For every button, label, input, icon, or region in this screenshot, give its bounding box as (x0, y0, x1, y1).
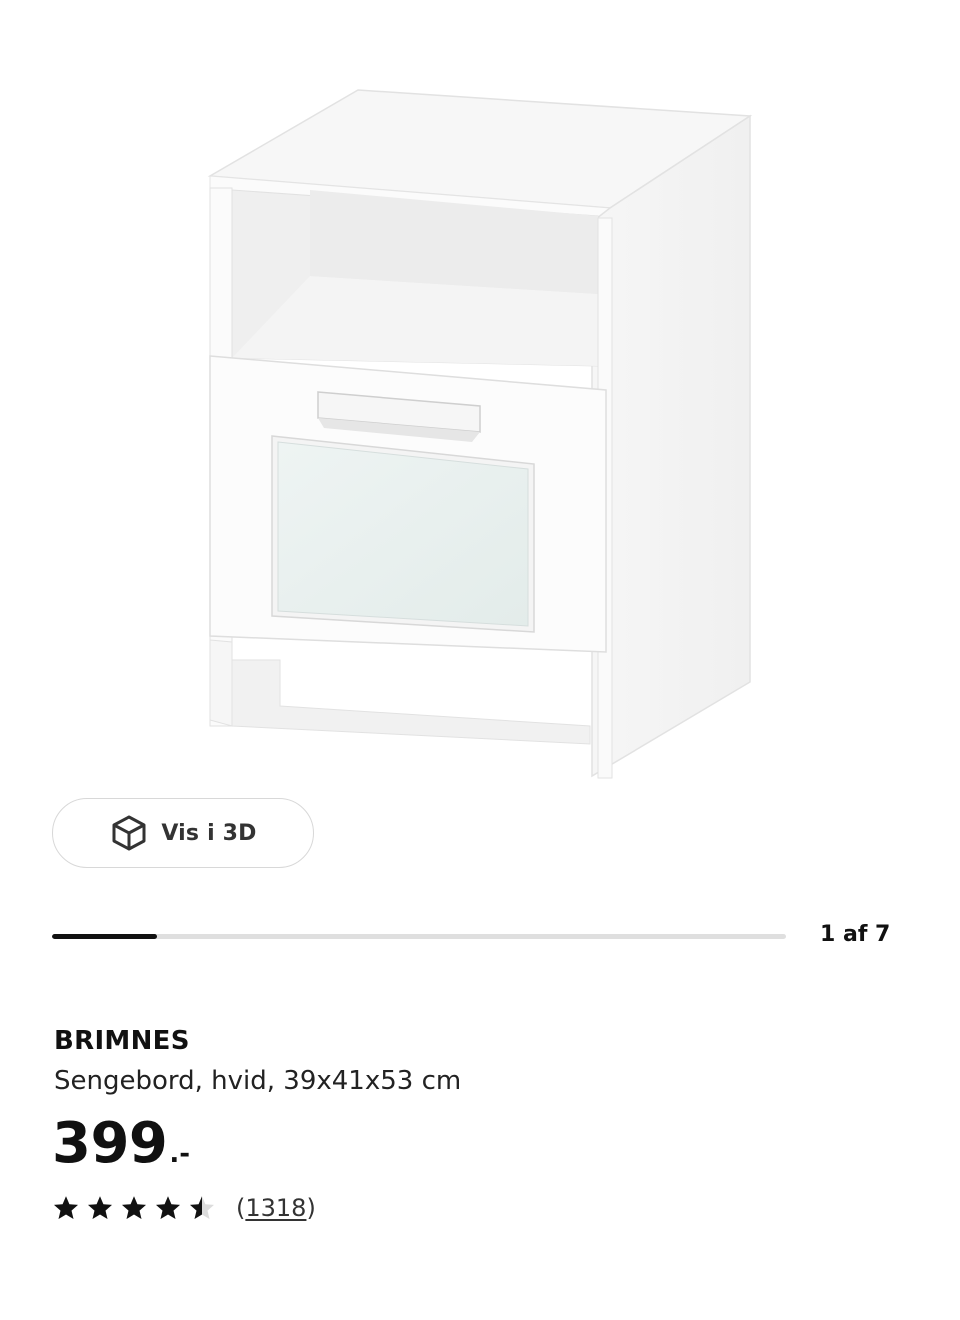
star-icon (88, 1196, 112, 1219)
nightstand-illustration (207, 89, 753, 779)
rating-stars (52, 1194, 216, 1222)
review-count: 1318 (245, 1194, 307, 1222)
product-name[interactable]: BRIMNES (54, 1026, 190, 1056)
star-icon (54, 1196, 78, 1219)
price-suffix: .- (169, 1139, 191, 1169)
gallery-progress-fill (52, 934, 157, 939)
gallery-counter: 1 af 7 (820, 922, 891, 947)
star-icon (122, 1196, 146, 1219)
star-icon (156, 1196, 180, 1219)
product-price: 399 .- (52, 1108, 190, 1180)
product-image[interactable] (190, 80, 770, 790)
star-icon (190, 1196, 214, 1219)
view-in-3d-button[interactable]: Vis i 3D (52, 798, 314, 868)
view-in-3d-label: Vis i 3D (161, 820, 257, 846)
gallery-progress-bar (52, 934, 786, 939)
product-description: Sengebord, hvid, 39x41x53 cm (54, 1066, 462, 1096)
review-count-link[interactable]: (1318) (236, 1194, 316, 1222)
price-integer: 399 (52, 1111, 168, 1176)
cube-outline-icon (109, 813, 149, 853)
product-rating[interactable]: (1318) (52, 1190, 316, 1226)
